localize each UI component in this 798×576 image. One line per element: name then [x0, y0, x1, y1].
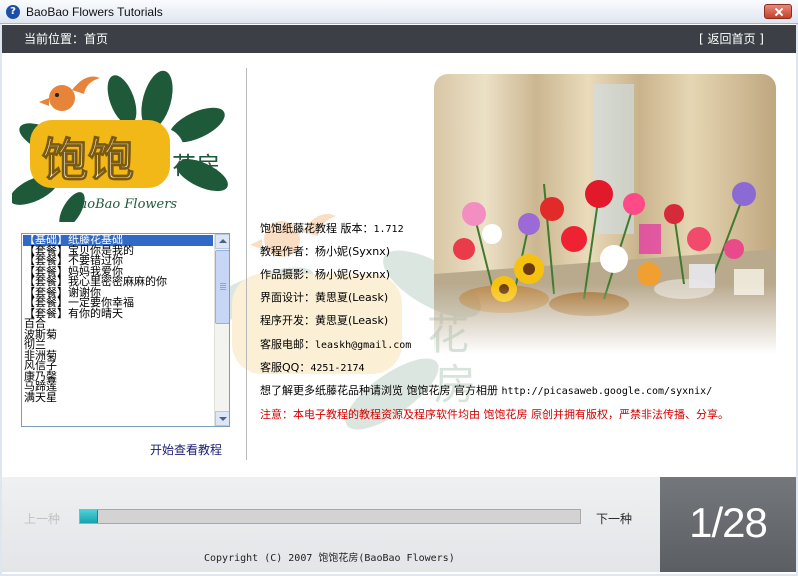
next-button[interactable]: 下一种: [596, 510, 632, 527]
baobao-flowers-logo: 饱饱 花房 BaoBao Flowers: [12, 70, 228, 222]
photo-label: 作品摄影：: [260, 268, 315, 281]
list-items: 【基础】纸藤花基础 【套餐】宝贝你是我的 【套餐】不要错过你 【套餐】妈妈我爱你…: [23, 234, 213, 404]
info-email: 客服电邮：leaskh@gmail.com: [260, 338, 411, 353]
info-version: 饱饱纸藤花教程 版本：1.712: [260, 222, 404, 237]
info-photographer: 作品摄影：杨小妮(Syxnx): [260, 268, 390, 282]
flower-photo: [434, 74, 776, 354]
logo-text-cn: 饱饱: [42, 133, 134, 187]
close-button[interactable]: [764, 4, 792, 19]
ui-designer-value: 黄思夏(Leask): [315, 291, 389, 304]
breadcrumb: 当前位置：首页: [24, 32, 109, 46]
developer-value: 黄思夏(Leask): [315, 314, 389, 327]
list-item[interactable]: 波斯菊: [23, 329, 213, 341]
list-scrollbar[interactable]: [214, 234, 229, 426]
progress-fill: [80, 510, 98, 523]
info-qq: 客服QQ：4251-2174: [260, 361, 365, 376]
start-tutorial-button[interactable]: 开始查看教程: [150, 441, 222, 458]
info-author: 教程作者：杨小妮(Syxnx): [260, 245, 390, 259]
logo-text-en: BaoBao Flowers: [69, 197, 177, 212]
window-title: BaoBao Flowers Tutorials: [26, 5, 163, 19]
info-more: 想了解更多纸藤花品种请浏览 饱饱花房 官方相册 http://picasaweb…: [260, 384, 712, 399]
more-url-link[interactable]: http://picasaweb.google.com/syxnix/: [502, 386, 713, 397]
email-value[interactable]: leaskh@gmail.com: [315, 340, 411, 351]
scroll-down-button[interactable]: [215, 411, 229, 426]
return-home-link[interactable]: [ 返回首页 ]: [699, 31, 764, 47]
page-counter-box: 1/28: [660, 477, 796, 572]
tutorial-listbox[interactable]: 【基础】纸藤花基础 【套餐】宝贝你是我的 【套餐】不要错过你 【套餐】妈妈我爱你…: [21, 233, 230, 427]
progress-bar: [79, 509, 581, 524]
dev-label: 程序开发：: [260, 314, 315, 327]
copyright-text: Copyright (C) 2007 饱饱花房(BaoBao Flowers): [204, 553, 455, 564]
prev-button[interactable]: 上一种: [24, 510, 60, 527]
info-developer: 程序开发：黄思夏(Leask): [260, 314, 388, 328]
nav-bar: 当前位置：首页 [ 返回首页 ]: [2, 25, 796, 53]
page-counter: 1/28: [689, 499, 768, 546]
more-text: 想了解更多纸藤花品种请浏览 饱饱花房 官方相册: [260, 384, 498, 397]
help-icon[interactable]: ?: [6, 5, 20, 19]
qq-value: 4251-2174: [310, 363, 365, 374]
list-item[interactable]: 满天星: [23, 392, 213, 404]
scroll-up-button[interactable]: [215, 234, 229, 249]
ui-label: 界面设计：: [260, 291, 315, 304]
qq-label: 客服QQ：: [260, 361, 311, 374]
product-label: 饱饱纸藤花教程 版本：: [260, 222, 374, 235]
email-label: 客服电邮：: [260, 338, 315, 351]
version-value: 1.712: [373, 224, 404, 235]
logo-text-flower: 花房: [172, 152, 220, 180]
main-content: 花 房 饱饱 花房 BaoBao Flowers 【基础】纸藤花基础 【套餐】宝…: [2, 54, 796, 476]
scroll-thumb[interactable]: [215, 250, 229, 324]
author-label: 教程作者：: [260, 245, 315, 258]
copyright-notice: 注意：本电子教程的教程资源及程序软件均由 饱饱花房 原创并拥有版权，严禁非法传播…: [260, 408, 729, 421]
title-bar: ? BaoBao Flowers Tutorials: [0, 0, 798, 24]
vertical-divider: [246, 68, 247, 460]
author-value: 杨小妮(Syxnx): [315, 245, 391, 258]
info-ui-design: 界面设计：黄思夏(Leask): [260, 291, 388, 305]
footer-bar: 上一种 下一种 Copyright (C) 2007 饱饱花房(BaoBao F…: [2, 477, 660, 572]
list-item[interactable]: 【套餐】有你的晴天: [23, 308, 213, 320]
photographer-value: 杨小妮(Syxnx): [315, 268, 391, 281]
